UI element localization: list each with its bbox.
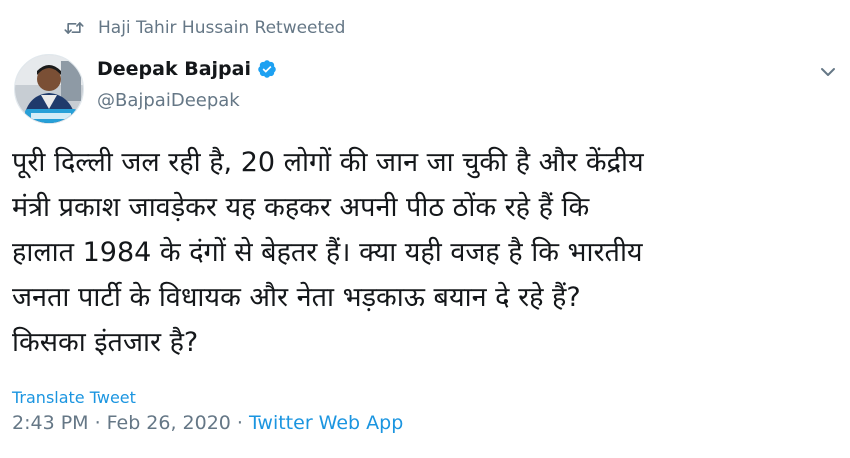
meta-separator: · — [236, 412, 243, 434]
author-name[interactable]: Deepak Bajpai — [97, 58, 251, 80]
avatar[interactable] — [14, 54, 84, 124]
tweet-card: Haji Tahir Hussain Retweeted Deepak Bajp… — [0, 0, 850, 458]
tweet-source-link[interactable]: Twitter Web App — [249, 412, 403, 434]
tweet-date[interactable]: Feb 26, 2020 — [107, 412, 231, 434]
meta-separator: · — [94, 412, 101, 434]
verified-badge-icon — [257, 59, 277, 79]
retweet-label: Haji Tahir Hussain Retweeted — [98, 18, 346, 38]
translate-tweet-link[interactable]: Translate Tweet — [12, 388, 136, 407]
retweet-icon — [64, 19, 84, 37]
chevron-down-icon[interactable] — [816, 60, 840, 84]
tweet-text: पूरी दिल्ली जल रही है, 20 लोगों की जान ज… — [12, 147, 644, 358]
tweet-meta: 2:43 PM · Feb 26, 2020 · Twitter Web App — [12, 412, 403, 434]
author-handle[interactable]: @BajpaiDeepak — [97, 90, 240, 111]
tweet-time[interactable]: 2:43 PM — [12, 412, 89, 434]
author-name-row[interactable]: Deepak Bajpai — [97, 58, 277, 80]
retweet-context[interactable]: Haji Tahir Hussain Retweeted — [64, 18, 345, 38]
